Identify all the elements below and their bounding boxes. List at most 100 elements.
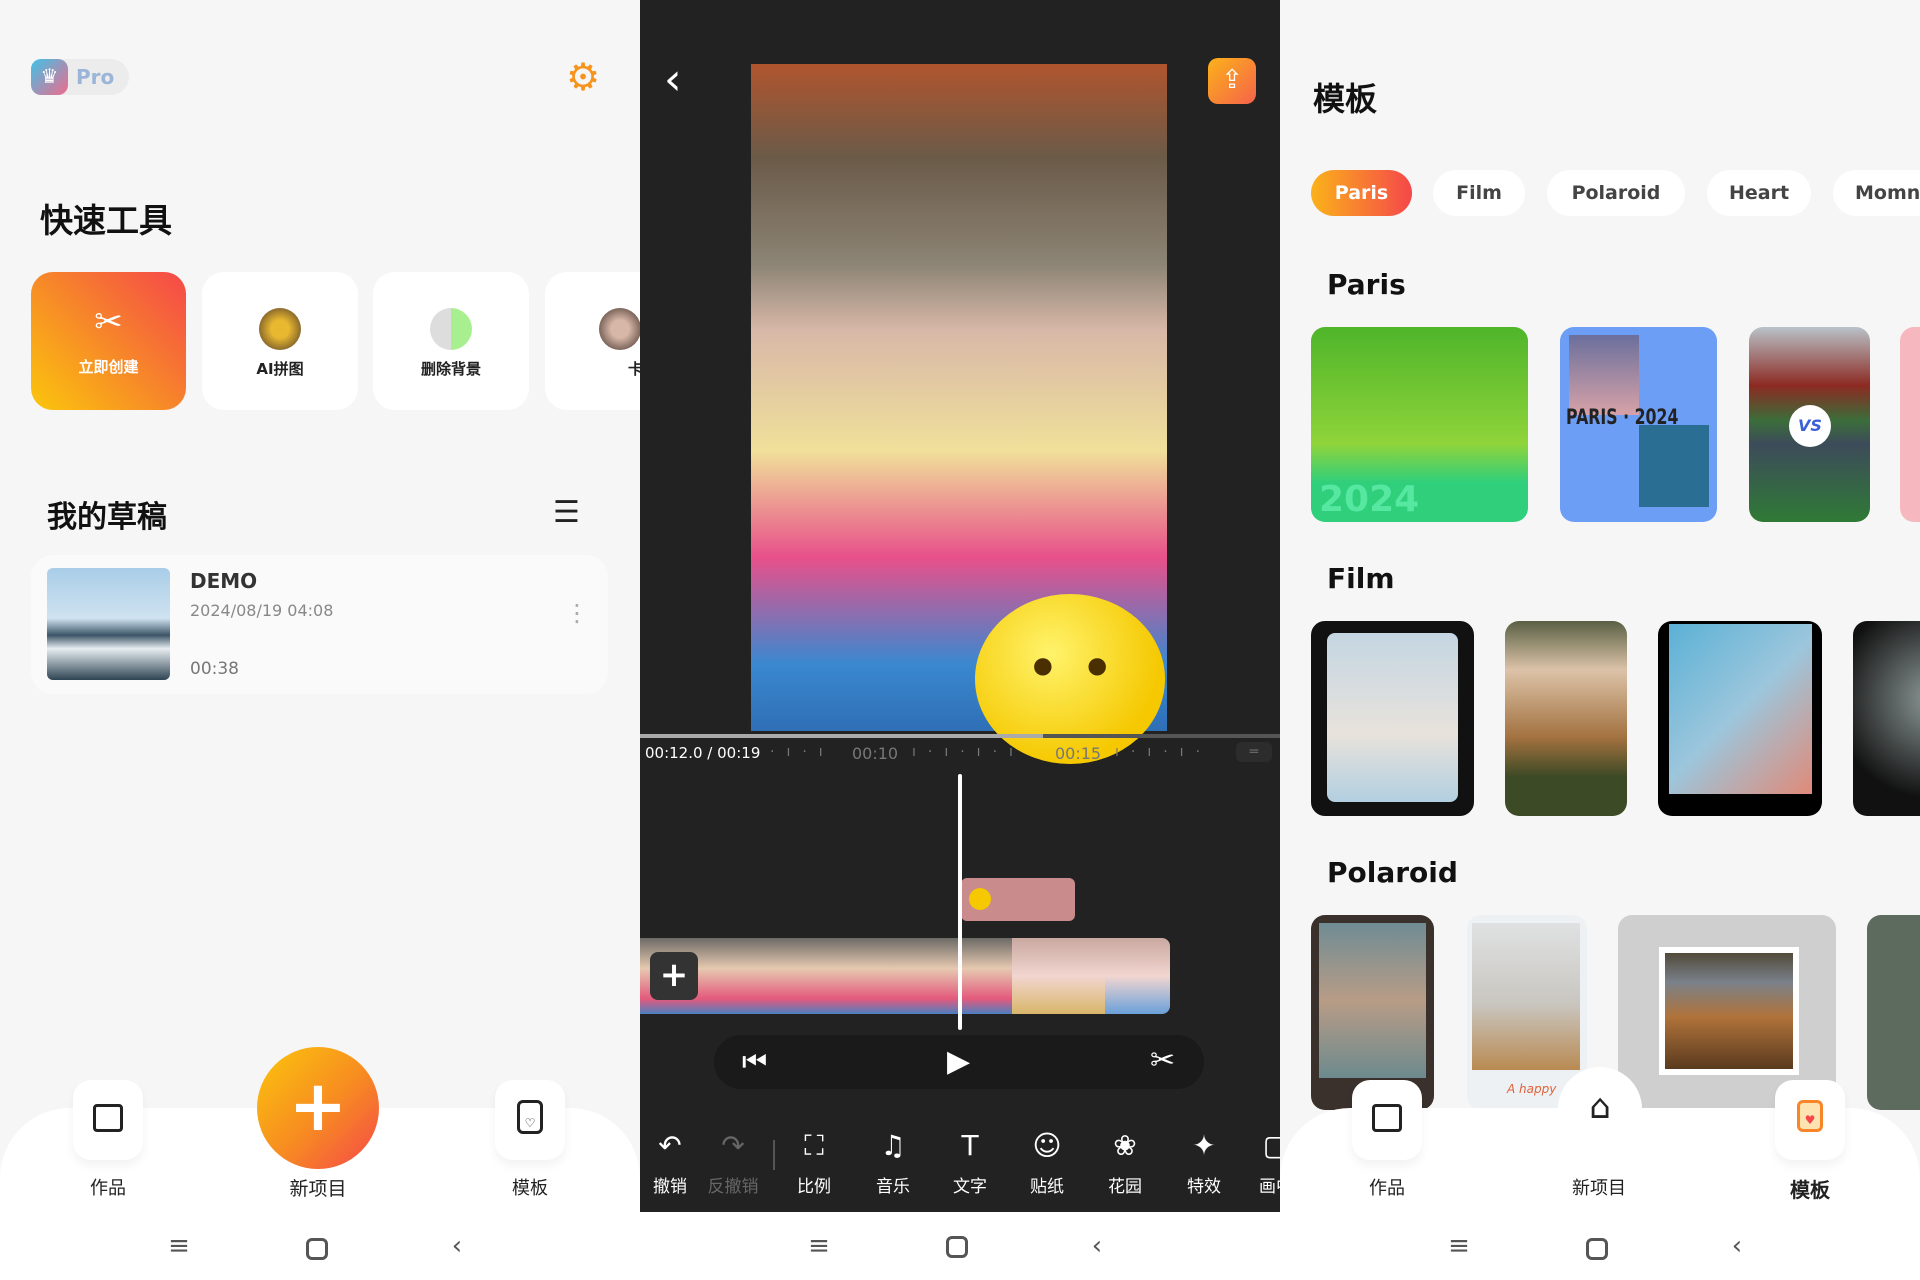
tool-garden[interactable]: ❀ 花园 <box>1095 1128 1155 1197</box>
undo-icon: ↶ <box>658 1129 682 1162</box>
tool-text[interactable]: T 文字 <box>940 1128 1000 1197</box>
chip-momn[interactable]: Momn <box>1833 170 1920 216</box>
back-icon[interactable]: ‹ <box>443 1232 471 1260</box>
toolbar-separator <box>773 1140 775 1170</box>
settings-gear-icon[interactable]: ⚙ <box>566 58 600 96</box>
thinking-emoji-sticker[interactable]: • • <box>975 594 1165 764</box>
chip-film[interactable]: Film <box>1433 170 1525 216</box>
skip-to-start-icon[interactable]: ⏮ <box>742 1045 767 1079</box>
playhead[interactable] <box>958 774 962 1030</box>
tool-sticker[interactable]: ☺ 贴纸 <box>1017 1128 1077 1197</box>
section-polaroid-title: Polaroid <box>1327 856 1458 889</box>
remove-bg-thumbnail <box>430 308 472 350</box>
eiffel-photo <box>1569 335 1639 415</box>
chip-polaroid[interactable]: Polaroid <box>1547 170 1685 216</box>
template-polaroid-4[interactable] <box>1867 915 1920 1110</box>
tool-music[interactable]: ♫ 音乐 <box>863 1128 923 1197</box>
back-arrow-icon[interactable]: ‹ <box>664 58 682 102</box>
plus-icon: + <box>659 955 689 995</box>
template-film-4[interactable] <box>1853 621 1920 816</box>
back-icon[interactable]: ‹ <box>1723 1232 1751 1260</box>
split-scissors-icon[interactable]: ✂ <box>1150 1043 1175 1078</box>
recents-icon[interactable]: ≡ <box>165 1232 193 1260</box>
draft-duration: 00:38 <box>190 659 239 679</box>
tool-redo[interactable]: ↷ 反撤销 <box>703 1128 763 1197</box>
effects-icon: ✦ <box>1192 1129 1216 1162</box>
templates-screen: 模板 Paris Film Polaroid Heart Momn Paris … <box>1280 0 1920 1280</box>
tool-ai-collage[interactable]: AI拼图 <box>202 272 358 410</box>
back-icon[interactable]: ‹ <box>1083 1232 1111 1260</box>
tool-create-now[interactable]: ✂ 立即创建 <box>31 272 186 410</box>
tool-undo[interactable]: ↶ 撤销 <box>640 1128 700 1197</box>
cartoon-thumbnail <box>599 308 640 350</box>
current-time: 00:12.0 / 00:19 <box>645 744 761 762</box>
play-icon[interactable]: ▶ <box>947 1044 970 1079</box>
template-paris-vs[interactable]: VS <box>1749 327 1870 522</box>
template-icon-active: ♥ <box>1797 1100 1823 1132</box>
ruler-ticks-end: ı·ı·ı· <box>1115 744 1213 760</box>
tool-ratio[interactable]: ⛶ 比例 <box>784 1128 844 1197</box>
draft-item[interactable]: DEMO 2024/08/19 04:08 00:38 ⋮ <box>31 555 608 694</box>
home-outline-icon: ⌂ <box>1589 1087 1611 1127</box>
new-project-button[interactable]: + <box>257 1047 379 1169</box>
draft-thumbnail <box>47 568 170 680</box>
playback-controls: ⏮ ▶ ✂ <box>714 1035 1204 1089</box>
home-icon[interactable] <box>306 1238 328 1260</box>
tab-new-project[interactable]: ⌂ <box>1558 1067 1642 1151</box>
tool-remove-background[interactable]: 删除背景 <box>373 272 529 410</box>
pro-badge[interactable]: ♛ Pro <box>31 59 129 95</box>
sticker-clip[interactable] <box>961 878 1075 921</box>
template-paris-soccer[interactable]: 2024 <box>1311 327 1528 522</box>
home-icon[interactable] <box>1586 1238 1608 1260</box>
time-tick-15: 00:15 <box>1055 744 1102 763</box>
system-nav-bar: ≡ ‹ <box>1280 1218 1920 1280</box>
editor-screen: ‹ • • ⇪ 00:12.0 / 00:19 ·ı·ı 00:10 ı·ı·ı… <box>640 0 1280 1280</box>
template-icon: ♡ <box>517 1100 543 1134</box>
home-screen: ♛ Pro ⚙ 快速工具 ✂ 立即创建 AI拼图 删除背景 卡通 我的草稿 ☰ … <box>0 0 640 1280</box>
more-options-icon[interactable]: ⋮ <box>565 601 589 625</box>
thinking-emoji-icon <box>969 888 991 910</box>
filmstrip-frame <box>1105 938 1170 1014</box>
export-upload-button[interactable]: ⇪ <box>1208 58 1256 104</box>
vs-badge-icon: VS <box>1789 405 1831 447</box>
template-film-2[interactable] <box>1505 621 1627 816</box>
playback-progress-track[interactable] <box>640 734 1280 738</box>
crown-icon: ♛ <box>31 59 68 95</box>
garden-icon: ❀ <box>1113 1129 1137 1162</box>
list-view-icon[interactable]: ☰ <box>553 498 580 528</box>
paris-2024-text: PARIS · 2024 <box>1566 405 1679 429</box>
pro-label: Pro <box>76 65 115 89</box>
recents-icon[interactable]: ≡ <box>805 1232 833 1260</box>
polaroid-photo <box>1472 923 1580 1070</box>
tool-cartoon[interactable]: 卡通 <box>545 272 640 410</box>
add-clip-button[interactable]: + <box>650 952 698 1000</box>
tab-templates-active[interactable]: ♥ <box>1775 1080 1845 1160</box>
home-icon[interactable] <box>946 1236 968 1258</box>
drafts-title: 我的草稿 <box>47 500 167 535</box>
draft-name: DEMO <box>190 569 258 593</box>
gallery-icon <box>93 1104 123 1132</box>
tool-pip[interactable]: ▢画中 <box>1246 1128 1280 1197</box>
template-paris-4[interactable] <box>1900 327 1920 522</box>
filmstrip-frame <box>733 938 826 1014</box>
film-photo <box>1327 633 1458 802</box>
filmstrip-frame <box>1012 938 1105 1014</box>
film-photo <box>1669 624 1812 794</box>
time-tick-10: 00:10 <box>852 744 899 763</box>
chip-heart[interactable]: Heart <box>1707 170 1811 216</box>
sticker-icon: ☺ <box>1032 1129 1062 1162</box>
video-preview[interactable]: • • <box>751 64 1167 764</box>
gallery-icon <box>1372 1104 1402 1132</box>
ai-collage-thumbnail <box>259 308 301 350</box>
template-film-3[interactable] <box>1658 621 1822 816</box>
chip-paris[interactable]: Paris <box>1311 170 1412 216</box>
tab-templates[interactable]: ♡ <box>495 1080 565 1160</box>
tab-works[interactable] <box>73 1080 143 1160</box>
pip-icon: ▢ <box>1262 1129 1280 1162</box>
recents-icon[interactable]: ≡ <box>1445 1232 1473 1260</box>
template-film-1[interactable] <box>1311 621 1474 816</box>
template-paris-2024[interactable]: PARIS · 2024 <box>1560 327 1717 522</box>
tab-works[interactable] <box>1352 1080 1422 1160</box>
timeline-menu-icon[interactable]: ═ <box>1236 742 1272 762</box>
tool-effects[interactable]: ✦ 特效 <box>1174 1128 1234 1197</box>
